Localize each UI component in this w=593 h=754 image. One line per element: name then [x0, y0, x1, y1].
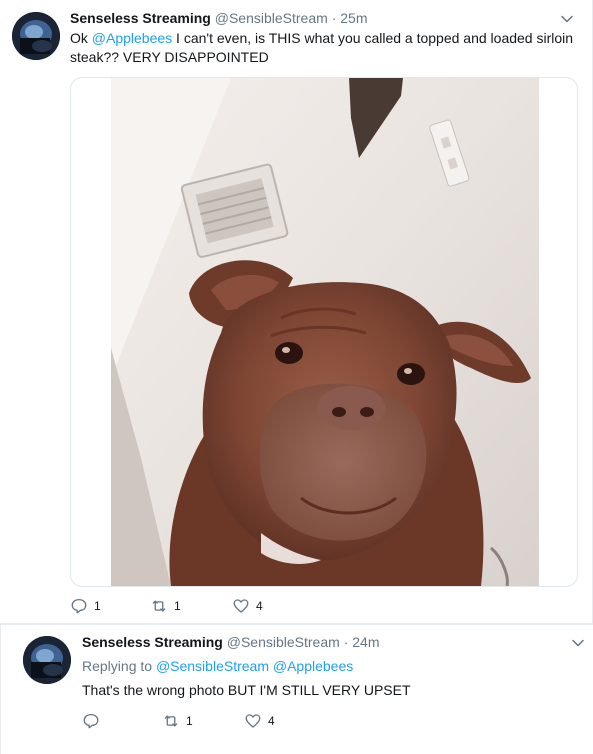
- heart-icon: [245, 714, 261, 728]
- author-handle[interactable]: @SensibleStream: [227, 634, 340, 650]
- mention-link[interactable]: @Applebees: [273, 658, 353, 674]
- author-name[interactable]: Senseless Streaming: [70, 10, 211, 26]
- mention-link[interactable]: @SensibleStream: [156, 658, 269, 674]
- reply-icon: [71, 598, 87, 614]
- timestamp[interactable]: 25m: [340, 10, 367, 26]
- retweet-count: 1: [186, 714, 193, 728]
- tweet-text-start: Ok: [70, 30, 92, 46]
- heart-icon: [233, 599, 249, 613]
- like-button[interactable]: 4: [232, 596, 263, 616]
- mention-link[interactable]: @Applebees: [92, 30, 172, 46]
- like-button[interactable]: 4: [244, 711, 275, 731]
- separator-dot: ·: [331, 10, 337, 26]
- media-container[interactable]: [70, 77, 578, 587]
- like-count: 4: [256, 599, 263, 613]
- tweet-text: That's the wrong photo BUT I'M STILL VER…: [82, 682, 411, 698]
- author-name[interactable]: Senseless Streaming: [82, 634, 223, 650]
- replying-to: Replying to @SensibleStream @Applebees: [82, 657, 353, 675]
- tweet-header: Senseless Streaming @SensibleStream · 24…: [82, 633, 379, 651]
- avatar[interactable]: [12, 12, 60, 60]
- reply-tweet[interactable]: Senseless Streaming @SensibleStream · 24…: [0, 624, 593, 754]
- like-count: 4: [268, 714, 275, 728]
- reply-button[interactable]: [82, 711, 106, 731]
- retweet-button[interactable]: 1: [150, 596, 181, 616]
- reply-count: 1: [94, 599, 101, 613]
- chevron-down-icon[interactable]: [560, 12, 574, 26]
- avatar[interactable]: [23, 636, 71, 684]
- retweet-count: 1: [174, 599, 181, 613]
- retweet-icon: [152, 600, 166, 612]
- reply-button[interactable]: 1: [70, 596, 101, 616]
- retweet-icon: [164, 715, 178, 727]
- timestamp[interactable]: 24m: [352, 634, 379, 650]
- author-handle[interactable]: @SensibleStream: [215, 10, 328, 26]
- chevron-down-icon[interactable]: [571, 636, 585, 650]
- replying-to-label: Replying to: [82, 658, 153, 674]
- separator-dot: ·: [343, 634, 349, 650]
- tweet-header: Senseless Streaming @SensibleStream · 25…: [70, 9, 367, 27]
- tweet-text: Ok @Applebees I can't even, is THIS what…: [70, 29, 575, 67]
- reply-icon: [83, 713, 99, 729]
- tweet[interactable]: Senseless Streaming @SensibleStream · 25…: [0, 0, 593, 624]
- dog-photo[interactable]: [111, 78, 539, 586]
- retweet-button[interactable]: 1: [162, 711, 193, 731]
